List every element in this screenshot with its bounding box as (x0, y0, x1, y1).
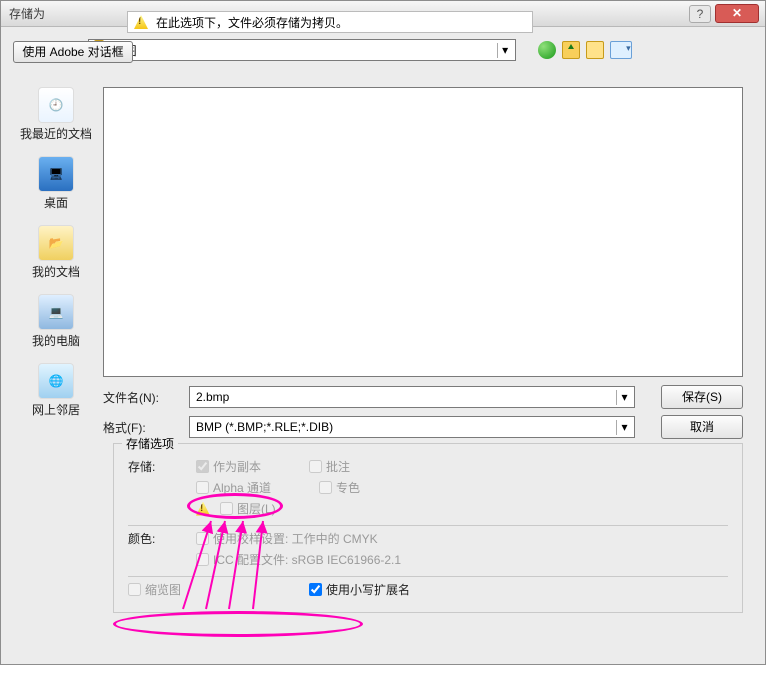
save-options-group: 存储选项 存储: 作为副本 批注 Alpha 通道 专色 图层(L) 颜色: 使… (113, 443, 743, 613)
my-computer-icon: 💻 (38, 294, 74, 330)
file-list[interactable] (103, 87, 743, 377)
nav-view-icon[interactable] (610, 41, 632, 59)
place-network[interactable]: 🌐 网上邻居 (32, 363, 80, 418)
warning-icon (196, 502, 210, 516)
color-sub-label: 颜色: (128, 530, 188, 547)
as-copy-checkbox: 作为副本 (196, 458, 261, 475)
filename-combo[interactable]: 2.bmp ▾ (189, 386, 635, 408)
warning-icon (134, 15, 148, 29)
nav-up-icon[interactable] (562, 41, 580, 59)
chevron-down-icon[interactable]: ▾ (616, 390, 632, 405)
recent-docs-icon: 🕘 (38, 87, 74, 123)
cancel-button[interactable]: 取消 (661, 415, 743, 439)
save-button[interactable]: 保存(S) (661, 385, 743, 409)
lowercase-ext-checkbox[interactable]: 使用小写扩展名 (309, 581, 410, 598)
format-combo[interactable]: BMP (*.BMP;*.RLE;*.DIB) ▾ (189, 416, 635, 438)
save-in-combo[interactable]: 微图 ▾ (88, 39, 516, 61)
annotation-checkbox: 批注 (309, 458, 350, 475)
place-mydocs[interactable]: 📂 我的文档 (32, 225, 80, 280)
my-documents-icon: 📂 (38, 225, 74, 261)
nav-back-icon[interactable] (538, 41, 556, 59)
format-value: BMP (*.BMP;*.RLE;*.DIB) (196, 420, 333, 434)
chevron-down-icon[interactable]: ▾ (497, 43, 513, 58)
help-button[interactable]: ? (689, 5, 711, 23)
place-mycomputer[interactable]: 💻 我的电脑 (32, 294, 80, 349)
thumbnail-checkbox: 缩览图 (128, 581, 181, 598)
titlebar-title: 存储为 (9, 5, 45, 22)
desktop-icon: 🖥 (38, 156, 74, 192)
status-message: 在此选项下，文件必须存储为拷贝。 (127, 11, 533, 33)
use-adobe-dialog-button[interactable]: 使用 Adobe 对话框 (13, 41, 133, 63)
layers-checkbox: 图层(L) (220, 500, 276, 517)
filename-label: 文件名(N): (103, 389, 181, 406)
nav-newfolder-icon[interactable] (586, 41, 604, 59)
spot-color-checkbox: 专色 (319, 479, 360, 496)
chevron-down-icon[interactable]: ▾ (616, 420, 632, 435)
places-bar: 🕘 我最近的文档 🖥 桌面 📂 我的文档 💻 我的电脑 🌐 网上邻居 (19, 87, 93, 418)
status-text: 在此选项下，文件必须存储为拷贝。 (156, 14, 348, 31)
network-icon: 🌐 (38, 363, 74, 399)
proof-setup-checkbox: 使用校样设置: 工作中的 CMYK (196, 530, 378, 547)
close-button[interactable]: ✕ (715, 4, 759, 23)
filename-value: 2.bmp (196, 390, 229, 404)
format-label: 格式(F): (103, 419, 181, 436)
alpha-channel-checkbox: Alpha 通道 (196, 479, 271, 496)
icc-profile-checkbox: ICC 配置文件: sRGB IEC61966-2.1 (196, 551, 401, 568)
place-recent[interactable]: 🕘 我最近的文档 (20, 87, 92, 142)
annotation-ellipse (113, 611, 363, 637)
place-desktop[interactable]: 🖥 桌面 (38, 156, 74, 211)
group-title: 存储选项 (122, 435, 178, 452)
save-sub-label: 存储: (128, 458, 188, 475)
